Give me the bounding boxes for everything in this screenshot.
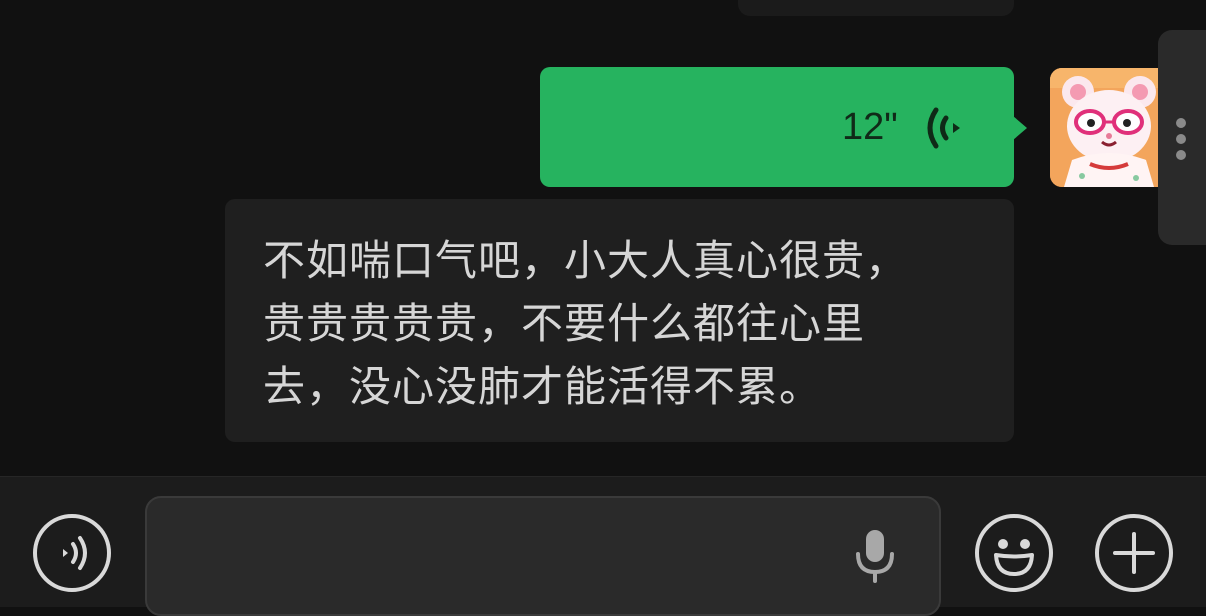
dot-1 <box>1176 118 1186 128</box>
dot-3 <box>1176 150 1186 160</box>
message-input[interactable] <box>145 496 941 616</box>
microphone-icon[interactable] <box>852 528 898 584</box>
dot-2 <box>1176 134 1186 144</box>
message-line: 去，没心没肺才能活得不累。 <box>263 362 823 411</box>
message-line: 不如喘口气吧，小大人真心很贵， <box>263 236 909 285</box>
emoji-button[interactable] <box>975 514 1053 592</box>
voice-mode-icon <box>63 536 87 570</box>
voice-mode-button[interactable] <box>33 514 111 592</box>
cartoon-animal-avatar-icon <box>1050 68 1169 187</box>
voice-duration: 12" <box>842 106 898 148</box>
voice-playback-wave-icon <box>927 107 960 149</box>
message-text: 不如喘口气吧，小大人真心很贵， 贵贵贵贵贵，不要什么都往心里 去，没心没肺才能活… <box>263 229 976 418</box>
incoming-text-message[interactable]: 不如喘口气吧，小大人真心很贵， 贵贵贵贵贵，不要什么都往心里 去，没心没肺才能活… <box>225 199 1014 442</box>
emoji-icon <box>994 539 1034 576</box>
message-line: 贵贵贵贵贵，不要什么都往心里 <box>263 299 866 348</box>
more-vertical-icon[interactable] <box>1176 118 1188 160</box>
sender-avatar[interactable] <box>1050 68 1169 187</box>
voice-bubble-tail <box>1013 116 1027 140</box>
plus-icon <box>1113 532 1155 574</box>
chat-area: 12" 不如喘口气吧，小大人真心很贵， 贵贵贵贵贵，不要什么都往心里 去，没心没… <box>0 0 1206 476</box>
more-functions-button[interactable] <box>1095 514 1173 592</box>
previous-message-bubble[interactable] <box>738 0 1014 16</box>
